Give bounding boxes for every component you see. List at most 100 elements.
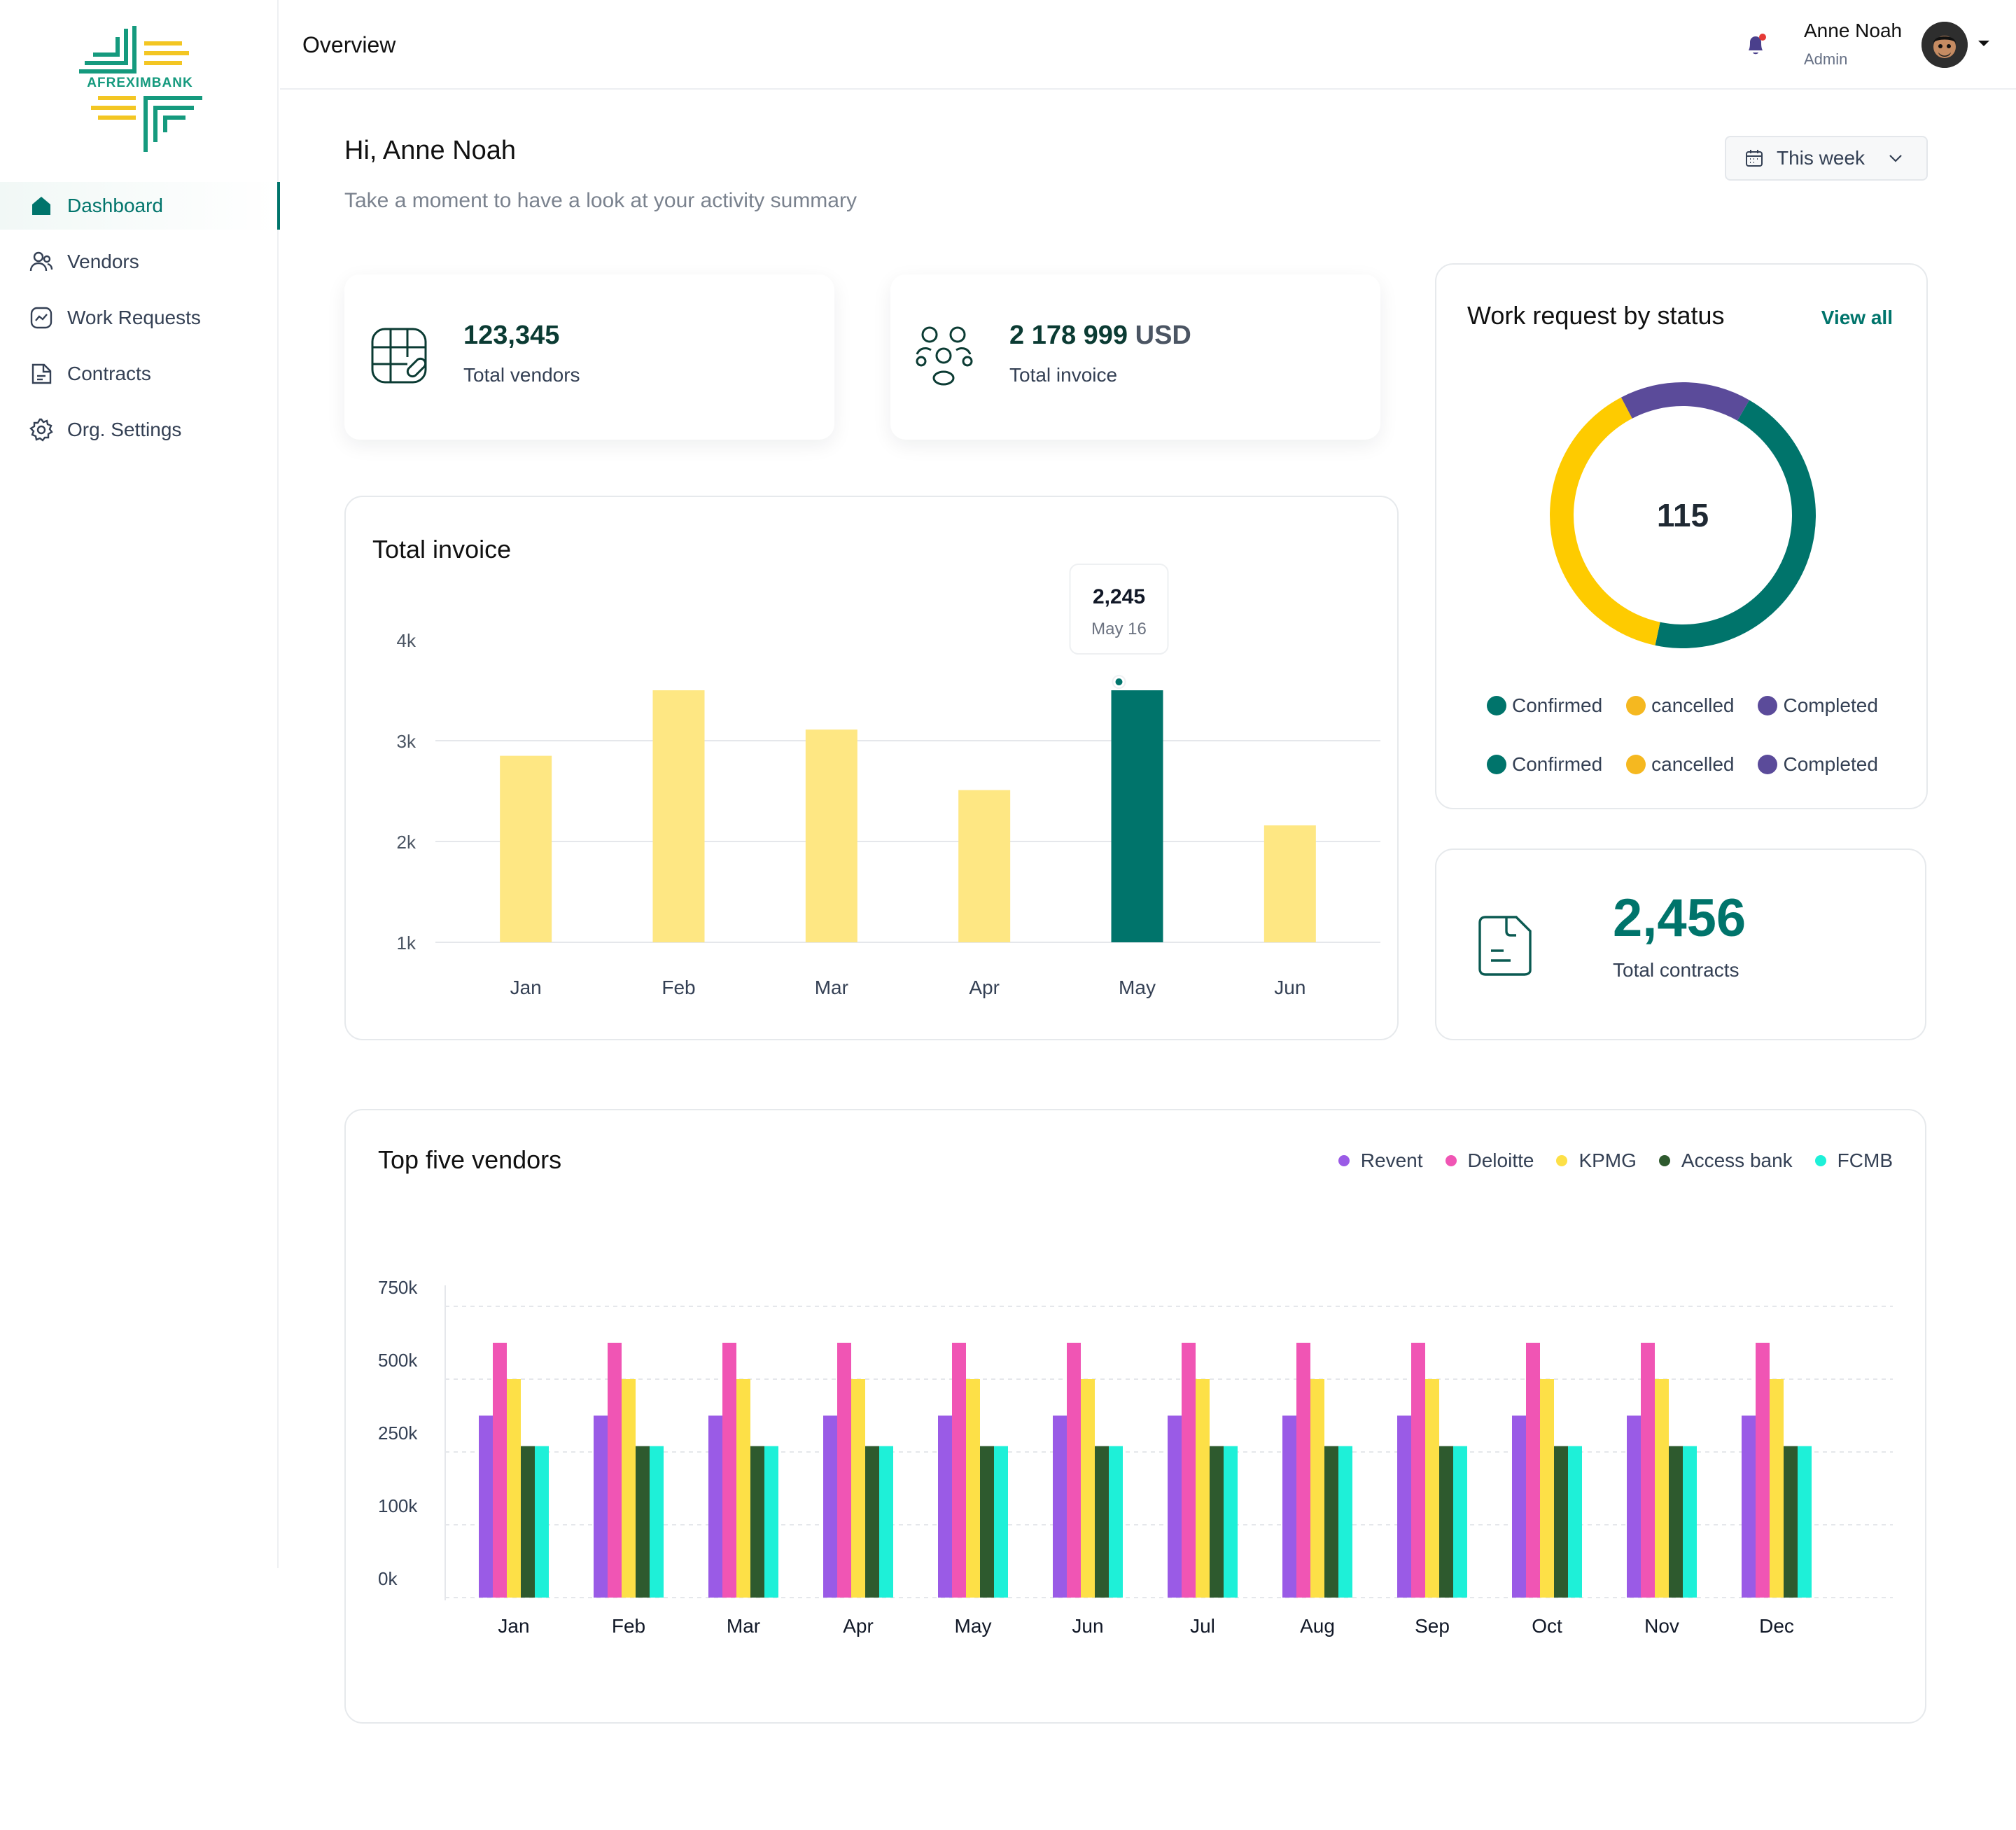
vendor-bar[interactable] xyxy=(1742,1416,1756,1598)
vendor-bar[interactable] xyxy=(952,1343,966,1598)
vendor-bar[interactable] xyxy=(708,1416,722,1598)
invoice-bar[interactable] xyxy=(958,790,1011,942)
sidebar-item-label: Vendors xyxy=(67,251,139,272)
vendor-bar[interactable] xyxy=(938,1416,952,1598)
vendor-bar[interactable] xyxy=(535,1446,549,1598)
vendor-bar[interactable] xyxy=(1453,1446,1467,1598)
vendor-bar[interactable] xyxy=(851,1379,865,1598)
vendor-bar[interactable] xyxy=(980,1446,994,1598)
vendor-bar[interactable] xyxy=(1641,1343,1655,1598)
vendor-bar[interactable] xyxy=(507,1379,521,1598)
vendor-bar[interactable] xyxy=(650,1446,664,1598)
invoice-bar[interactable] xyxy=(1111,690,1163,942)
afreximbank-logo[interactable]: AFREXIMBANK xyxy=(77,25,203,154)
x-tick-label: Jan xyxy=(498,1615,529,1637)
invoice-bar[interactable] xyxy=(652,690,705,942)
sidebar-item-org-settings[interactable]: Org. Settings xyxy=(0,406,279,454)
notification-bell-icon[interactable] xyxy=(1743,32,1768,57)
view-all-link[interactable]: View all xyxy=(1821,307,1893,329)
vendor-bar[interactable] xyxy=(1182,1343,1196,1598)
legend-item-cancelled: cancelled xyxy=(1626,753,1734,776)
vendor-bar[interactable] xyxy=(994,1446,1008,1598)
vendor-bar[interactable] xyxy=(750,1446,764,1598)
vendor-bar[interactable] xyxy=(1224,1446,1238,1598)
vendor-bar[interactable] xyxy=(608,1343,622,1598)
invoice-bar[interactable] xyxy=(500,755,552,942)
vendor-bar[interactable] xyxy=(764,1446,778,1598)
vendor-bar[interactable] xyxy=(1627,1416,1641,1598)
sidebar-item-dashboard[interactable]: Dashboard xyxy=(0,182,280,230)
legend-item-completed: Completed xyxy=(1758,694,1878,717)
legend-item-confirmed: Confirmed xyxy=(1487,694,1602,717)
sidebar-item-work-requests[interactable]: Work Requests xyxy=(0,294,279,342)
vendor-bar[interactable] xyxy=(521,1446,535,1598)
vendor-bar[interactable] xyxy=(879,1446,893,1598)
vendor-bar[interactable] xyxy=(1296,1343,1310,1598)
vendor-bar[interactable] xyxy=(865,1446,879,1598)
vendor-bar[interactable] xyxy=(823,1416,837,1598)
vendor-bar[interactable] xyxy=(594,1416,608,1598)
sidebar-item-vendors[interactable]: Vendors xyxy=(0,238,279,286)
vendor-bar[interactable] xyxy=(1397,1416,1411,1598)
vendor-bar[interactable] xyxy=(966,1379,980,1598)
y-tick-label: 2k xyxy=(397,832,416,853)
vendor-bar[interactable] xyxy=(1756,1343,1770,1598)
vendor-bar[interactable] xyxy=(479,1416,493,1598)
invoice-bar[interactable] xyxy=(1264,825,1316,942)
vendor-bar[interactable] xyxy=(622,1379,636,1598)
vendor-bar[interactable] xyxy=(1568,1446,1582,1598)
logo-wordmark: AFREXIMBANK xyxy=(87,76,192,90)
total-contracts-card: 2,456 Total contracts xyxy=(1435,848,1926,1040)
vendor-bar[interactable] xyxy=(1282,1416,1296,1598)
vendor-bar[interactable] xyxy=(1669,1446,1683,1598)
vendor-bar[interactable] xyxy=(1081,1379,1095,1598)
vendor-bar[interactable] xyxy=(1683,1446,1697,1598)
calendar-icon xyxy=(1744,148,1764,168)
vendor-bar[interactable] xyxy=(1439,1446,1453,1598)
invoice-bar-chart: 1k 2k 3k 4k Jan Feb Mar Apr May Jun 2,245 May 16 xyxy=(397,564,1380,998)
user-role: Admin xyxy=(1804,50,1848,68)
vendor-bar[interactable] xyxy=(1310,1379,1324,1598)
total-invoice-amount: 2 178 999 xyxy=(1009,321,1128,350)
period-filter-dropdown[interactable]: This week xyxy=(1725,136,1928,181)
total-vendors-label: Total vendors xyxy=(463,364,580,386)
vendor-bar[interactable] xyxy=(837,1343,851,1598)
vendor-bar[interactable] xyxy=(1425,1379,1439,1598)
vendor-bar[interactable] xyxy=(1095,1446,1109,1598)
legend-dot xyxy=(1626,755,1646,774)
vendor-bar[interactable] xyxy=(1784,1446,1798,1598)
vendor-bar[interactable] xyxy=(1526,1343,1540,1598)
invoice-bar[interactable] xyxy=(805,729,858,942)
page-title: Overview xyxy=(302,32,396,57)
vendor-bar[interactable] xyxy=(1168,1416,1182,1598)
vendor-bar[interactable] xyxy=(1798,1446,1812,1598)
vendor-bar[interactable] xyxy=(1512,1416,1526,1598)
vendor-bar[interactable] xyxy=(1109,1446,1123,1598)
account-menu-chevron-down-icon[interactable] xyxy=(1975,35,1992,52)
vendor-bar[interactable] xyxy=(1338,1446,1352,1598)
vendor-bar[interactable] xyxy=(1770,1379,1784,1598)
vendor-bar[interactable] xyxy=(493,1343,507,1598)
vendor-bar[interactable] xyxy=(722,1343,736,1598)
vendor-bar[interactable] xyxy=(1655,1379,1669,1598)
vendor-bar[interactable] xyxy=(1210,1446,1224,1598)
vendor-bar[interactable] xyxy=(1540,1379,1554,1598)
vendor-bar[interactable] xyxy=(1324,1446,1338,1598)
vendor-bar[interactable] xyxy=(636,1446,650,1598)
gear-icon xyxy=(28,417,55,443)
legend-dot xyxy=(1758,755,1778,774)
vendor-bar[interactable] xyxy=(1411,1343,1425,1598)
vendor-bar[interactable] xyxy=(1053,1416,1067,1598)
vendor-bar[interactable] xyxy=(736,1379,750,1598)
avatar[interactable] xyxy=(1921,22,1968,68)
x-tick-label: Apr xyxy=(969,977,1000,998)
vendor-bar[interactable] xyxy=(1196,1379,1210,1598)
status-donut-chart: 115 xyxy=(1527,360,1838,671)
vendor-bar[interactable] xyxy=(1067,1343,1081,1598)
total-invoice-chart-card: Total invoice 1k 2k 3k 4k Jan Feb Mar Apr May Jun… xyxy=(344,496,1399,1040)
document-icon xyxy=(28,361,55,387)
sidebar-item-contracts[interactable]: Contracts xyxy=(0,350,279,398)
vendor-bar[interactable] xyxy=(1554,1446,1568,1598)
x-tick-label: May xyxy=(1119,977,1156,998)
legend-label: cancelled xyxy=(1651,694,1735,716)
